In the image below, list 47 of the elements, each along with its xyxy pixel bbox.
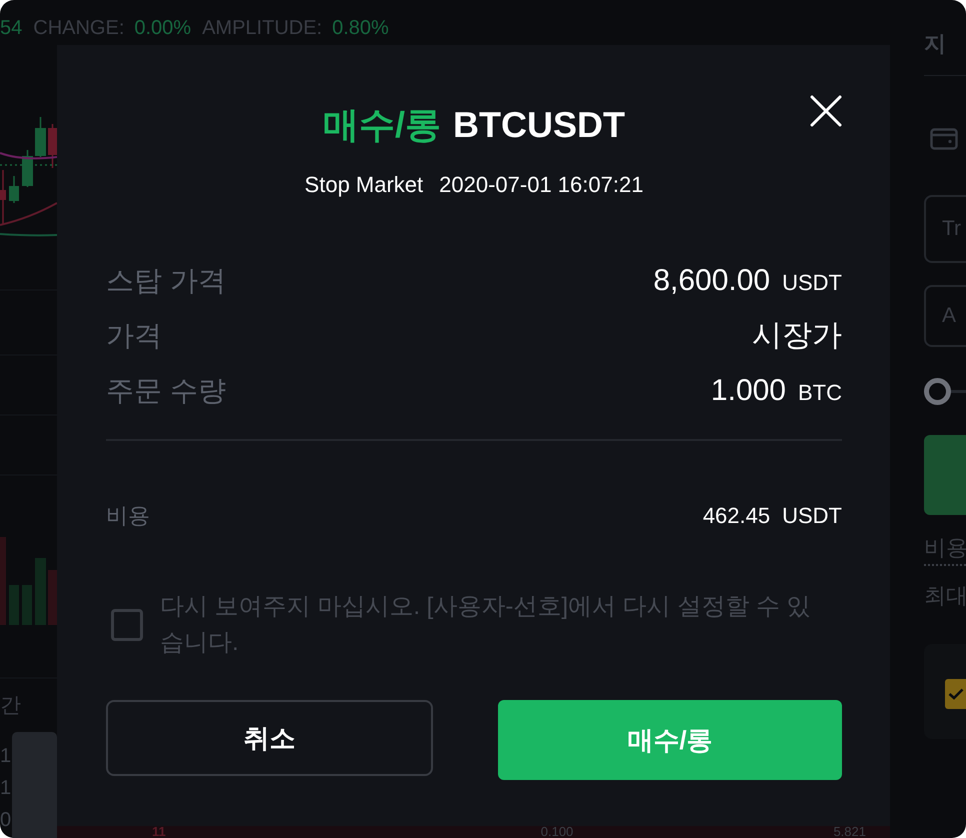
price-level-line	[0, 164, 57, 166]
unit-label: USDT	[782, 502, 842, 530]
axis-value: 1	[0, 776, 10, 801]
order-side-title: 매수/롱	[323, 103, 442, 147]
moving-average-line	[0, 202, 57, 226]
scrollbar[interactable]	[12, 732, 57, 838]
stat-value: 0.00%	[134, 16, 192, 40]
price-value: 54	[0, 16, 22, 40]
check-icon	[948, 688, 964, 700]
order-timestamp: 2020-07-01 16:07:21	[439, 171, 644, 199]
detail-label: 스탑 가격	[106, 264, 226, 298]
candlestick	[9, 176, 19, 203]
slider-track[interactable]	[924, 378, 966, 405]
close-icon	[810, 95, 842, 127]
detail-value: 1.000	[710, 373, 786, 409]
detail-label: 주문 수량	[106, 374, 226, 408]
checkbox[interactable]	[945, 679, 966, 709]
unit-label: USDT	[782, 269, 842, 297]
close-button[interactable]	[810, 95, 842, 127]
candlestick	[0, 170, 6, 225]
volume-bar	[48, 570, 57, 625]
volume-bar	[35, 558, 46, 625]
detail-label: 가격	[106, 318, 162, 352]
wallet-icon	[930, 128, 958, 150]
moving-average-line	[0, 152, 57, 160]
order-book-cell: 11	[152, 826, 166, 838]
axis-value: 0	[0, 808, 10, 833]
symbol-title: BTCUSDT	[453, 103, 625, 147]
checkbox[interactable]	[111, 609, 143, 641]
cost-label: 비용	[106, 502, 150, 530]
moving-average-line	[0, 233, 57, 236]
detail-value: 8,600.00	[653, 263, 770, 299]
dont-show-again-text: 다시 보여주지 마십시오. [사용자-선호]에서 다시 설정할 수 있습니다.	[160, 592, 812, 658]
volume-bar	[9, 585, 19, 625]
panel-title: 지	[924, 30, 947, 58]
cost-value: 462.45	[702, 502, 770, 530]
axis-value: 1	[0, 744, 10, 769]
candlestick	[22, 150, 33, 187]
candlestick	[35, 117, 46, 157]
cancel-button[interactable]: 취소	[106, 700, 433, 776]
stat-value: 0.80%	[332, 16, 389, 40]
volume-bar	[22, 585, 32, 625]
slider-thumb[interactable]	[924, 378, 951, 405]
unit-label: BTC	[798, 379, 842, 407]
order-type: Stop Market	[304, 171, 424, 199]
candlestick	[48, 124, 57, 168]
detail-value: 시장가	[752, 318, 842, 354]
